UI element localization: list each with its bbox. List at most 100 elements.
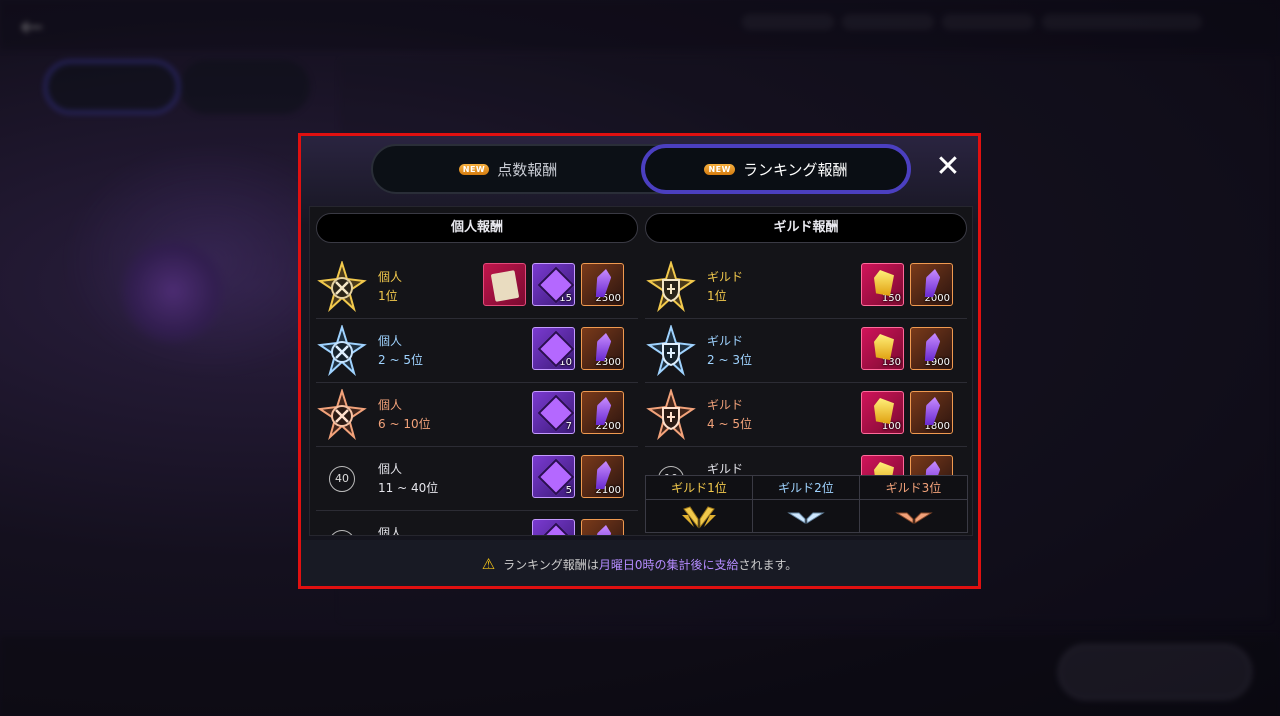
tab-label: 点数報酬 — [497, 160, 558, 179]
gold-crossed-swords-rank-icon — [317, 261, 367, 313]
legend-label: ギルド3位 — [860, 476, 967, 500]
payout-notice: ⚠ ランキング報酬は月曜日0時の集計後に支給されます。 — [301, 540, 978, 586]
bronze-shield-rank-icon — [646, 389, 696, 441]
legend-label: ギルド2位 — [753, 476, 859, 500]
close-icon[interactable]: ✕ — [933, 152, 963, 182]
background-tab-active — [44, 60, 180, 114]
item-quantity: 2200 — [595, 421, 621, 432]
reward-crystal-icon[interactable]: 2000 — [910, 263, 953, 306]
list-item: 個人 1位 15 2500 — [316, 255, 638, 319]
rank-number-badge: 40 — [329, 466, 355, 492]
silver-shield-rank-icon — [646, 325, 696, 377]
new-badge: NEW — [704, 163, 735, 175]
rank-title: 個人 — [378, 462, 403, 476]
background-resource-pill — [942, 14, 1034, 30]
rank-range: 4 ~ 5位 — [707, 417, 752, 431]
warning-icon: ⚠ — [481, 555, 496, 573]
rank-title: ギルド — [707, 270, 744, 284]
item-quantity: 1900 — [924, 357, 950, 368]
legend-guild-2nd: ギルド2位 — [753, 476, 860, 533]
rank-range: 2 ~ 5位 — [378, 353, 423, 367]
reward-crystal-icon[interactable]: 1800 — [910, 391, 953, 434]
reward-topaz-icon[interactable]: 130 — [861, 327, 904, 370]
list-item: 個人 2 ~ 5位 10 2300 — [316, 319, 638, 383]
notice-text-highlight: 月曜日0時の集計後に支給 — [598, 557, 739, 572]
item-quantity: 7 — [565, 421, 572, 432]
background-resource-pill — [1042, 14, 1202, 30]
rank-range: 1位 — [707, 289, 727, 303]
rank-title: ギルド — [707, 398, 744, 412]
reward-purple-gem-icon[interactable]: 15 — [532, 263, 575, 306]
rank-title: ギルド — [707, 334, 744, 348]
reward-crystal-icon[interactable] — [581, 519, 624, 535]
rank-range: 11 ~ 40位 — [378, 481, 439, 495]
background-resource-pill — [842, 14, 934, 30]
item-quantity: 100 — [881, 421, 901, 432]
silver-crossed-swords-rank-icon — [317, 325, 367, 377]
gold-shield-rank-icon — [646, 261, 696, 313]
reward-purple-gem-icon[interactable] — [532, 519, 575, 535]
item-quantity: 15 — [559, 293, 572, 304]
guild-rewards-header: ギルド報酬 — [645, 213, 967, 243]
item-quantity: 2100 — [595, 485, 621, 496]
list-item: 個人 — [316, 511, 638, 536]
item-quantity: 1800 — [924, 421, 950, 432]
list-item: ギルド 2 ~ 3位 130 1900 — [645, 319, 967, 383]
reward-crystal-icon[interactable]: 2300 — [581, 327, 624, 370]
bronze-wings-icon — [894, 512, 933, 524]
guild-rewards-column: ギルド報酬 ギルド 1位 150 2000 ギルド 2 ~ 3位 130 190… — [645, 213, 967, 511]
gold-wings-icon — [682, 505, 716, 528]
list-item: 40 個人 11 ~ 40位 5 2100 — [316, 447, 638, 511]
reward-crystal-icon[interactable]: 2100 — [581, 455, 624, 498]
tab-ranking-rewards[interactable]: NEW ランキング報酬 — [641, 144, 911, 194]
reward-tab-bar: NEW 点数報酬 NEW ランキング報酬 — [371, 144, 911, 194]
rank-title: 個人 — [378, 334, 403, 348]
item-quantity: 2500 — [595, 293, 621, 304]
rank-title: 個人 — [378, 526, 403, 536]
bronze-crossed-swords-rank-icon — [317, 389, 367, 441]
background-action-button — [1058, 644, 1252, 700]
personal-rewards-column: 個人報酬 個人 1位 15 2500 個人 2 ~ 5位 10 2300 個人 … — [316, 213, 638, 536]
reward-crystal-icon[interactable]: 2200 — [581, 391, 624, 434]
item-quantity: 10 — [559, 357, 572, 368]
background-tab — [180, 60, 310, 114]
back-arrow-icon: ← — [20, 10, 44, 43]
reward-scroll-icon[interactable] — [483, 263, 526, 306]
reward-topaz-icon[interactable]: 150 — [861, 263, 904, 306]
item-quantity: 2000 — [924, 293, 950, 304]
list-item: ギルド 1位 150 2000 — [645, 255, 967, 319]
reward-purple-gem-icon[interactable]: 5 — [532, 455, 575, 498]
personal-rewards-header: 個人報酬 — [316, 213, 638, 243]
list-item: 個人 6 ~ 10位 7 2200 — [316, 383, 638, 447]
reward-crystal-icon[interactable]: 1900 — [910, 327, 953, 370]
item-quantity: 150 — [881, 293, 901, 304]
reward-purple-gem-icon[interactable]: 7 — [532, 391, 575, 434]
notice-text-after: されます。 — [738, 557, 798, 572]
background-emblem — [118, 236, 228, 346]
tab-label: ランキング報酬 — [742, 160, 848, 179]
legend-guild-1st: ギルド1位 — [646, 476, 753, 533]
guild-rank-legend: ギルド1位 ギルド2位 ギルド3位 — [645, 475, 968, 533]
reward-list-area[interactable]: 個人報酬 個人 1位 15 2500 個人 2 ~ 5位 10 2300 個人 … — [309, 206, 973, 536]
reward-crystal-icon[interactable]: 2500 — [581, 263, 624, 306]
list-item: ギルド 4 ~ 5位 100 1800 — [645, 383, 967, 447]
rank-range: 2 ~ 3位 — [707, 353, 752, 367]
reward-topaz-icon[interactable]: 100 — [861, 391, 904, 434]
rank-range: 1位 — [378, 289, 398, 303]
silver-wings-icon — [787, 512, 825, 524]
legend-guild-3rd: ギルド3位 — [860, 476, 967, 533]
background-resource-pill — [742, 14, 834, 30]
notice-text-before: ランキング報酬は — [503, 557, 599, 572]
rank-title: 個人 — [378, 270, 403, 284]
new-badge: NEW — [458, 163, 490, 175]
tab-score-rewards[interactable]: NEW 点数報酬 — [373, 146, 643, 192]
item-quantity: 5 — [565, 485, 572, 496]
item-quantity: 130 — [881, 357, 901, 368]
rank-title: 個人 — [378, 398, 403, 412]
item-quantity: 2300 — [595, 357, 621, 368]
legend-label: ギルド1位 — [646, 476, 752, 500]
rank-range: 6 ~ 10位 — [378, 417, 431, 431]
rank-number-badge — [329, 530, 355, 535]
reward-purple-gem-icon[interactable]: 10 — [532, 327, 575, 370]
ranking-reward-modal: NEW 点数報酬 NEW ランキング報酬 ✕ 個人報酬 個人 1位 15 250… — [298, 133, 981, 589]
